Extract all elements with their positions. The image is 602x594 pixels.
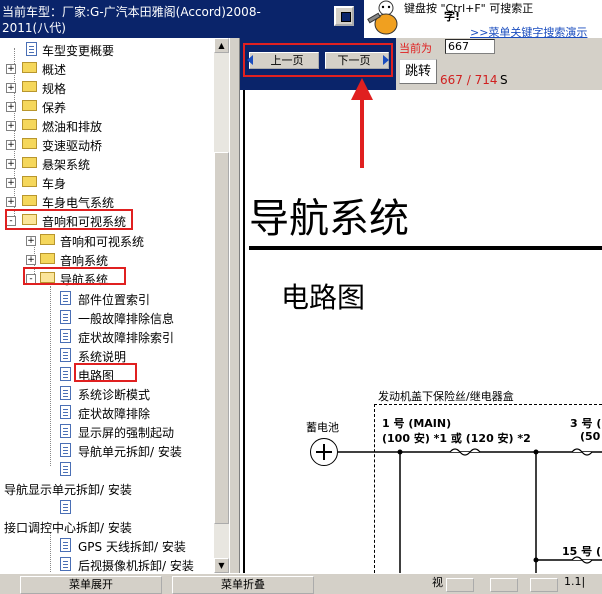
view-label: 视 bbox=[432, 576, 443, 589]
page-icon bbox=[60, 557, 71, 571]
tip-text-line2: 字! bbox=[444, 10, 461, 23]
expand-plus-icon[interactable]: + bbox=[6, 83, 16, 93]
arrow-left-icon bbox=[247, 55, 253, 65]
next-page-button[interactable]: 下一页 bbox=[325, 52, 389, 69]
page-icon bbox=[60, 348, 71, 362]
highlight-box-navigation bbox=[23, 267, 126, 285]
page-count-suffix: S bbox=[500, 73, 508, 87]
jump-button[interactable]: 跳转 bbox=[399, 59, 437, 84]
folder-icon bbox=[22, 195, 37, 206]
folder-icon bbox=[22, 81, 37, 92]
title-rule bbox=[249, 246, 602, 250]
folder-icon bbox=[22, 157, 37, 168]
folder-icon bbox=[22, 100, 37, 111]
page-icon bbox=[60, 500, 71, 514]
folder-icon bbox=[22, 176, 37, 187]
arrow-right-icon bbox=[383, 55, 389, 65]
expand-plus-icon[interactable]: + bbox=[26, 255, 36, 265]
folder-icon bbox=[22, 119, 37, 130]
document-subtitle: 电路图 bbox=[281, 281, 366, 314]
zoom-value: 1.1| bbox=[564, 575, 586, 588]
menu-tree: 车型变更概要 + 概述 + 规格 + 保养 + 燃油和排放 + 变速驱动桥 + … bbox=[0, 38, 214, 573]
fuse-box-label: 发动机盖下保险丝/继电器盒 bbox=[378, 390, 514, 403]
expand-plus-icon[interactable]: + bbox=[6, 121, 16, 131]
folder-icon bbox=[22, 62, 37, 73]
fuse-3-label: 3 号 ( bbox=[570, 417, 602, 430]
page-icon bbox=[60, 462, 71, 476]
page-icon bbox=[60, 538, 71, 552]
highlight-box-circuit-diagram bbox=[74, 363, 137, 382]
scroll-up-icon[interactable]: ▲ bbox=[214, 38, 229, 53]
page-icon bbox=[60, 386, 71, 400]
scrollbar-thumb[interactable] bbox=[214, 152, 229, 524]
view-mode-button-2[interactable] bbox=[490, 578, 518, 592]
expand-plus-icon[interactable]: + bbox=[26, 236, 36, 246]
page-icon bbox=[60, 367, 71, 381]
folder-icon bbox=[40, 234, 55, 245]
annotation-arrow-up-icon bbox=[351, 78, 373, 100]
expand-plus-icon[interactable]: + bbox=[6, 197, 16, 207]
page-nav-group: 上一页 下一页 bbox=[243, 43, 393, 77]
fuse-1-label: 1 号 (MAIN) bbox=[382, 417, 452, 430]
prev-page-button[interactable]: 上一页 bbox=[249, 52, 319, 69]
page-icon bbox=[60, 310, 71, 324]
restore-icon bbox=[341, 12, 351, 22]
view-mode-button-1[interactable] bbox=[446, 578, 474, 592]
current-model-line2: 2011(八代) bbox=[2, 21, 66, 35]
battery-label: 蓄电池 bbox=[306, 421, 339, 434]
page-icon bbox=[60, 443, 71, 457]
current-model-line1: 当前车型：厂家:G-广汽本田雅阁(Accord)2008- bbox=[2, 5, 261, 19]
expand-plus-icon[interactable]: + bbox=[6, 64, 16, 74]
current-page-label: 当前为 bbox=[399, 42, 432, 55]
page-icon bbox=[60, 424, 71, 438]
page-icon bbox=[26, 42, 37, 56]
folder-icon bbox=[40, 253, 55, 264]
tip-text-line1: 键盘按 "Ctrl+F" 可搜索正 bbox=[404, 2, 534, 15]
expand-plus-icon[interactable]: + bbox=[6, 140, 16, 150]
highlight-box-audio-visual bbox=[5, 209, 133, 230]
expand-menu-button[interactable]: 菜单展开 bbox=[20, 576, 162, 594]
page-count: 667 / 714 bbox=[440, 73, 498, 87]
page-icon bbox=[60, 291, 71, 305]
pane-splitter[interactable] bbox=[229, 38, 240, 573]
mascot-mechanic-icon bbox=[367, 0, 398, 35]
scroll-down-icon[interactable]: ▼ bbox=[214, 558, 229, 573]
expand-plus-icon[interactable]: + bbox=[6, 159, 16, 169]
page-icon bbox=[60, 405, 71, 419]
page-icon bbox=[60, 329, 71, 343]
document-title: 导航系统 bbox=[249, 196, 409, 242]
folder-icon bbox=[22, 138, 37, 149]
panel-toggle-button[interactable] bbox=[334, 6, 354, 26]
expand-plus-icon[interactable]: + bbox=[6, 178, 16, 188]
tree-guide-line bbox=[50, 532, 51, 572]
expand-plus-icon[interactable]: + bbox=[6, 102, 16, 112]
tree-scrollbar[interactable]: ▲ ▼ bbox=[214, 38, 229, 573]
annotation-arrow-shaft bbox=[360, 96, 364, 168]
page-number-input[interactable] bbox=[445, 39, 495, 54]
tree-guide-line bbox=[50, 286, 51, 466]
circuit-wiring bbox=[338, 448, 602, 573]
view-mode-button-3[interactable] bbox=[530, 578, 558, 592]
collapse-menu-button[interactable]: 菜单折叠 bbox=[172, 576, 314, 594]
